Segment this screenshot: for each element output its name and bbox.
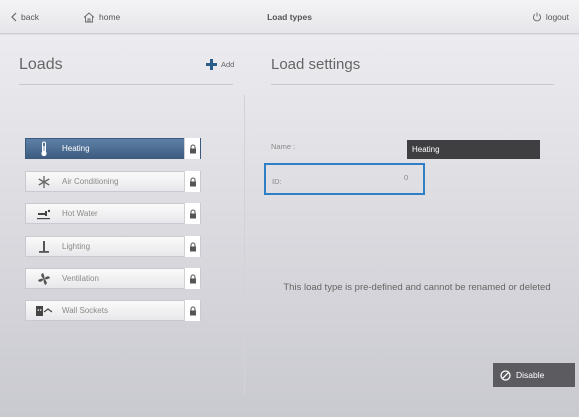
- disable-button[interactable]: Disable: [493, 363, 575, 387]
- settings-heading: Load settings: [271, 56, 361, 73]
- load-item-label: Lighting: [62, 242, 91, 251]
- lamp-icon: [26, 240, 62, 254]
- name-label: Name :: [271, 142, 296, 151]
- load-item-label: Ventilation: [62, 274, 99, 283]
- page-title: Load types: [267, 12, 312, 22]
- socket-icon: [26, 305, 62, 317]
- load-item-air-conditioning[interactable]: Air Conditioning: [25, 171, 201, 192]
- load-item-lighting[interactable]: Lighting: [25, 236, 201, 257]
- disable-label: Disable: [516, 370, 545, 380]
- load-item-hot-water[interactable]: Hot Water: [25, 203, 201, 224]
- loads-heading: Loads: [19, 56, 63, 73]
- snowflake-icon: [26, 175, 62, 189]
- load-item-label: Heating: [62, 144, 90, 153]
- load-item-wall-sockets[interactable]: Wall Sockets: [25, 300, 201, 321]
- fan-icon: [26, 272, 62, 286]
- load-item-label: Wall Sockets: [62, 306, 108, 315]
- thermometer-icon: [26, 141, 62, 157]
- settings-divider: [271, 84, 554, 85]
- id-value: 0: [404, 173, 409, 182]
- loads-panel: [0, 35, 244, 417]
- load-item-heating[interactable]: Heating: [25, 138, 201, 159]
- lock-icon: [184, 138, 200, 159]
- panel-divider: [244, 95, 245, 395]
- load-settings-panel: [244, 35, 579, 417]
- load-item-label: Hot Water: [62, 209, 98, 218]
- add-label: Add: [221, 60, 235, 69]
- predefined-notice: This load type is pre-defined and cannot…: [283, 282, 551, 293]
- load-item-label: Air Conditioning: [62, 177, 119, 186]
- id-label: ID:: [272, 177, 282, 186]
- lock-icon: [184, 300, 200, 321]
- add-load-button[interactable]: Add: [206, 59, 234, 70]
- faucet-icon: [26, 208, 62, 220]
- load-item-ventilation[interactable]: Ventilation: [25, 268, 201, 289]
- disable-icon: [500, 369, 511, 381]
- top-bar: back home Load types logout: [0, 0, 579, 34]
- logout-label: logout: [545, 12, 569, 22]
- loads-divider: [19, 84, 233, 85]
- lock-icon: [184, 236, 200, 257]
- logout-button[interactable]: logout: [532, 0, 569, 34]
- lock-icon: [184, 171, 200, 192]
- lock-icon: [184, 268, 200, 289]
- plus-icon: [206, 59, 217, 70]
- lock-icon: [184, 203, 200, 224]
- id-field-highlight: [264, 163, 425, 195]
- power-icon: [532, 12, 541, 22]
- name-field[interactable]: Heating: [407, 140, 540, 159]
